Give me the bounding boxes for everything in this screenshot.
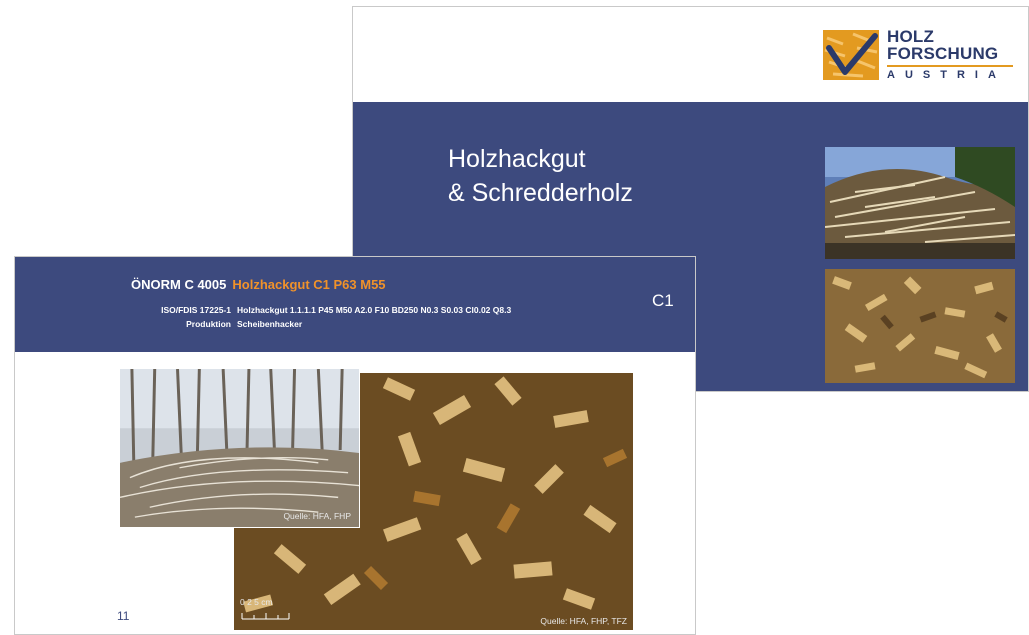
wood-chips-photo bbox=[825, 269, 1015, 383]
logo-rule bbox=[887, 65, 1013, 67]
scale-label: 0 2 5 cm bbox=[240, 597, 273, 607]
class-code: C1 bbox=[652, 291, 674, 310]
norm-highlight: Holzhackgut C1 P63 M55 bbox=[232, 277, 386, 292]
iso-value: Holzhackgut 1.1.1.1 P45 M50 A2.0 F10 BD2… bbox=[237, 305, 512, 315]
production-label: Produktion bbox=[186, 319, 231, 329]
logo-mark-icon bbox=[823, 30, 879, 80]
iso-label: ISO/FDIS 17225-1 bbox=[161, 305, 231, 315]
holzforschung-logo: HOLZ FORSCHUNG AUSTRIA bbox=[823, 27, 1023, 87]
slide-title-line-2: & Schredderholz bbox=[448, 179, 633, 207]
classification-slide: ÖNORM C 4005 Holzhackgut C1 P63 M55 ISO/F… bbox=[14, 256, 696, 635]
production-value: Scheibenhacker bbox=[237, 319, 303, 329]
norm-line: ÖNORM C 4005 Holzhackgut C1 P63 M55 bbox=[131, 277, 386, 292]
production-line: Produktion Scheibenhacker bbox=[15, 319, 615, 329]
forest-brush-photo: Quelle: HFA, FHP bbox=[119, 368, 360, 528]
iso-line: ISO/FDIS 17225-1 Holzhackgut 1.1.1.1 P45 … bbox=[15, 305, 615, 315]
slide-header: HOLZ FORSCHUNG AUSTRIA bbox=[353, 7, 1028, 102]
norm-label: ÖNORM C 4005 bbox=[131, 277, 227, 292]
logo-text-forschung: FORSCHUNG bbox=[887, 44, 999, 63]
wood-pile-photo bbox=[825, 147, 1015, 259]
page-number: 11 bbox=[117, 609, 130, 623]
photo-source-2: Quelle: HFA, FHP, TFZ bbox=[540, 616, 627, 626]
classification-header: ÖNORM C 4005 Holzhackgut C1 P63 M55 ISO/F… bbox=[15, 257, 695, 352]
photo-source-1: Quelle: HFA, FHP bbox=[283, 511, 351, 521]
slide-title: Holzhackgut & Schredderholz bbox=[448, 142, 633, 210]
slide-title-line-1: Holzhackgut bbox=[448, 145, 586, 173]
logo-text-austria: AUSTRIA bbox=[887, 69, 1006, 81]
